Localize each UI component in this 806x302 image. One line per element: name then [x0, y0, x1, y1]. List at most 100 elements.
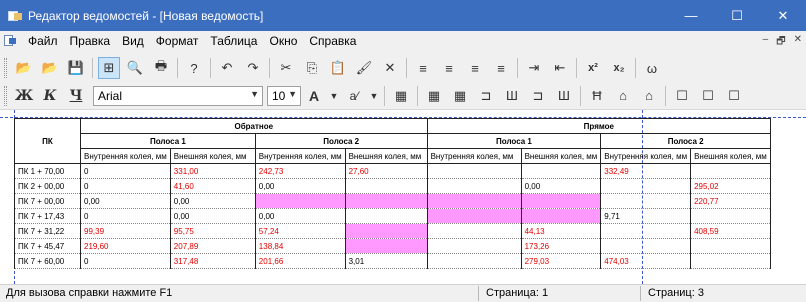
border-bottom-icon[interactable]: ☐	[723, 85, 745, 107]
document-area[interactable]: ПК Обратное Прямое Полоса 1 Полоса 2 Пол…	[0, 110, 806, 284]
table-cell[interactable]: 0,00	[169, 208, 256, 224]
statement-table[interactable]: ПК Обратное Прямое Полоса 1 Полоса 2 Пол…	[14, 118, 772, 269]
bold-button[interactable]: Ж	[13, 85, 35, 107]
chevron-down-icon[interactable]: ▼	[250, 89, 259, 99]
table-cell[interactable]: 0	[80, 208, 171, 224]
merge-cell-icon[interactable]: ⌂	[612, 85, 634, 107]
table-cell[interactable]	[254, 193, 346, 209]
table-cell[interactable]: 138,84	[254, 238, 346, 254]
cell-pk[interactable]: ПК 2 + 00,00	[14, 178, 81, 194]
table-cell[interactable]: 279,03	[520, 253, 602, 269]
border-middle-icon[interactable]: ☐	[697, 85, 719, 107]
mdi-restore-button[interactable]: 🗗	[776, 34, 785, 51]
table-cell[interactable]	[344, 238, 428, 254]
redo-icon[interactable]: ↷	[242, 57, 264, 79]
table-cell[interactable]: 0,00	[254, 178, 346, 194]
table-cell[interactable]: 95,75	[169, 223, 256, 239]
print-preview-icon[interactable]: 🔍	[124, 57, 146, 79]
italic-button[interactable]: К	[39, 85, 61, 107]
table-cell[interactable]: 27,60	[344, 163, 428, 179]
insert-row-icon[interactable]: ⊐	[527, 85, 549, 107]
table-cell[interactable]: 408,59	[690, 223, 772, 239]
table-cell[interactable]	[344, 193, 428, 209]
table-cell[interactable]	[344, 178, 428, 194]
table-cell[interactable]	[690, 208, 772, 224]
format-painter-icon[interactable]: 🖌	[353, 57, 375, 79]
save-icon[interactable]: 💾	[65, 57, 87, 79]
insert-table-icon[interactable]: ▦	[423, 85, 445, 107]
chevron-down-icon[interactable]: ▼	[369, 85, 379, 107]
menu-table[interactable]: Таблица	[204, 34, 263, 48]
copy-icon[interactable]: ⎘	[301, 57, 323, 79]
close-button[interactable]: ✕	[760, 0, 806, 31]
cell-pk[interactable]: ПК 1 + 70,00	[14, 163, 81, 179]
table-cell[interactable]	[426, 238, 522, 254]
border-top-icon[interactable]: ☐	[671, 85, 693, 107]
cell-pk[interactable]: ПК 7 + 17,43	[14, 208, 81, 224]
table-cell[interactable]	[520, 208, 602, 224]
outdent-icon[interactable]: ⇤	[549, 57, 571, 79]
menu-edit[interactable]: Правка	[64, 34, 117, 48]
table-cell[interactable]: 0	[80, 178, 171, 194]
omega-icon[interactable]: ω	[641, 57, 663, 79]
table-cell[interactable]: 332,49	[600, 163, 692, 179]
menu-view[interactable]: Вид	[116, 34, 150, 48]
table-cell[interactable]: 201,66	[254, 253, 346, 269]
mdi-close-button[interactable]: ✕	[794, 34, 802, 51]
menu-help[interactable]: Справка	[303, 34, 362, 48]
insert-column-icon[interactable]: ⊐	[475, 85, 497, 107]
highlight-icon[interactable]: a⁄	[343, 85, 365, 107]
table-cell[interactable]	[690, 238, 772, 254]
grid-icon[interactable]: ⊞	[98, 57, 120, 79]
table-props-icon[interactable]: ▦	[449, 85, 471, 107]
table-cell[interactable]	[426, 178, 522, 194]
undo-icon[interactable]: ↶	[216, 57, 238, 79]
table-cell[interactable]	[600, 223, 692, 239]
align-center-icon[interactable]: ≡	[438, 57, 460, 79]
table-cell[interactable]: 242,73	[254, 163, 346, 179]
table-cell[interactable]	[600, 193, 692, 209]
cell-format-icon[interactable]: ⌂	[638, 85, 660, 107]
align-right-icon[interactable]: ≡	[464, 57, 486, 79]
split-cell-icon[interactable]: Ħ	[586, 85, 608, 107]
table-cell[interactable]: 219,60	[80, 238, 171, 254]
table-cell[interactable]: 3,01	[344, 253, 428, 269]
open-special-icon[interactable]: 📂	[39, 57, 61, 79]
table-cell[interactable]	[520, 163, 602, 179]
table-cell[interactable]	[426, 193, 522, 209]
table-cell[interactable]: 317,48	[169, 253, 256, 269]
table-cell[interactable]: 57,24	[254, 223, 346, 239]
cut-icon[interactable]: ✂	[275, 57, 297, 79]
mdi-minimize-button[interactable]: –	[763, 34, 769, 51]
help-icon[interactable]: ?	[183, 57, 205, 79]
delete-icon[interactable]: ✕	[379, 57, 401, 79]
menu-file[interactable]: Файл	[22, 34, 64, 48]
table-cell[interactable]	[426, 223, 522, 239]
justify-icon[interactable]: ≡	[490, 57, 512, 79]
cell-pk[interactable]: ПК 7 + 31,22	[14, 223, 81, 239]
menu-format[interactable]: Формат	[150, 34, 205, 48]
table-cell[interactable]: 0	[80, 163, 171, 179]
maximize-button[interactable]: ☐	[714, 0, 760, 31]
table-cell[interactable]	[344, 223, 428, 239]
table-cell[interactable]: 0	[80, 253, 171, 269]
align-left-icon[interactable]: ≡	[412, 57, 434, 79]
table-cell[interactable]: 99,39	[80, 223, 171, 239]
table-cell[interactable]: 0,00	[169, 193, 256, 209]
table-cell[interactable]	[600, 238, 692, 254]
table-cell[interactable]	[426, 163, 522, 179]
toolbar-grip[interactable]	[4, 58, 7, 78]
table-cell[interactable]: 207,89	[169, 238, 256, 254]
subscript-icon[interactable]: x₂	[608, 57, 630, 79]
cell-pk[interactable]: ПК 7 + 45,47	[14, 238, 81, 254]
superscript-icon[interactable]: x²	[582, 57, 604, 79]
table-cell[interactable]	[520, 193, 602, 209]
table-cell[interactable]: 295,02	[690, 178, 772, 194]
table-cell[interactable]	[690, 163, 772, 179]
print-icon[interactable]: 🖶	[150, 57, 172, 79]
toolbar-grip[interactable]	[4, 85, 7, 106]
chevron-down-icon[interactable]: ▼	[329, 85, 339, 107]
open-icon[interactable]: 📂	[13, 57, 35, 79]
cell-pk[interactable]: ПК 7 + 00,00	[14, 193, 81, 209]
table-cell[interactable]: 0,00	[254, 208, 346, 224]
